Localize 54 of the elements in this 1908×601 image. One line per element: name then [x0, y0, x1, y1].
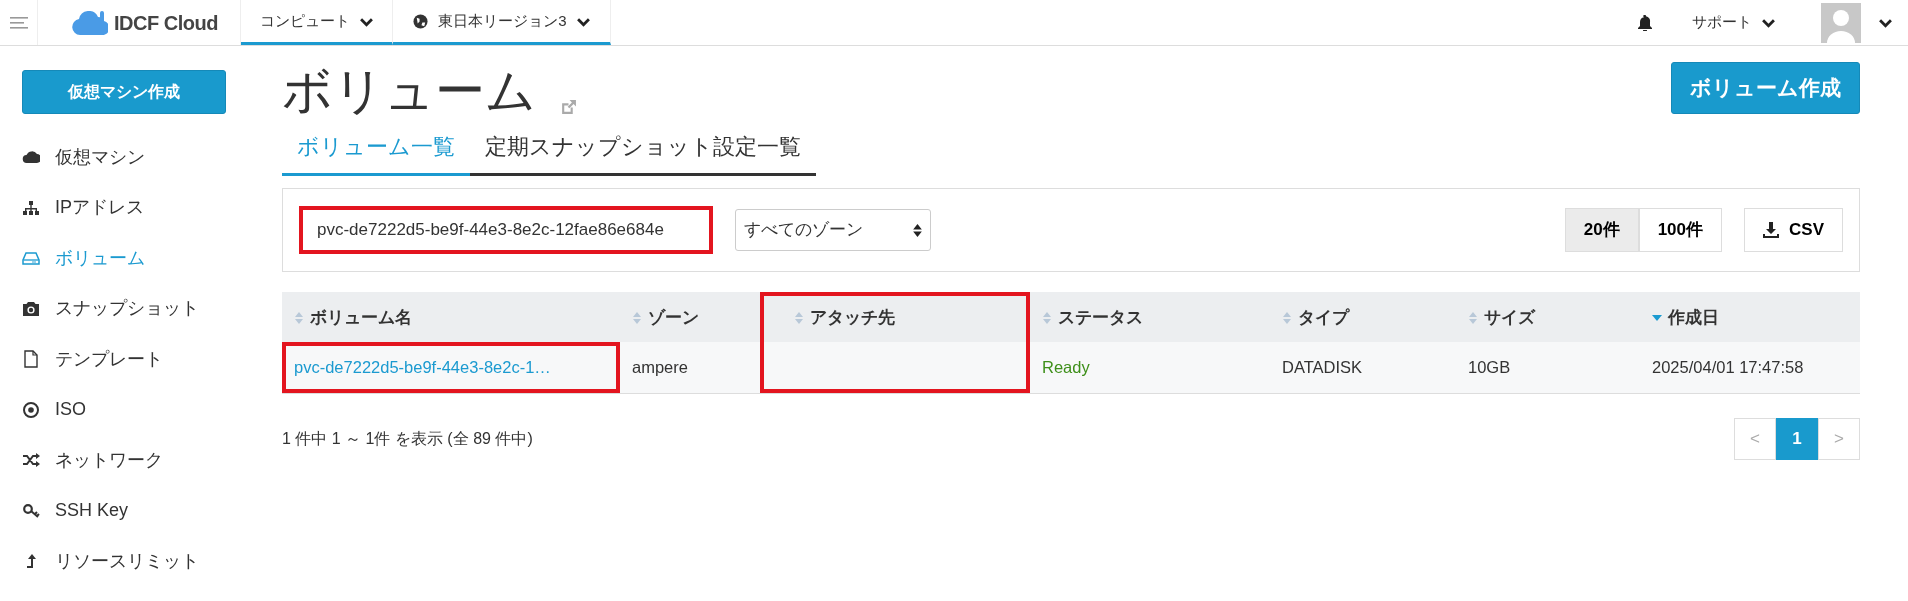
table-cell: DATADISK: [1270, 342, 1456, 393]
nav-menu[interactable]: 東日本リージョン3: [393, 0, 611, 45]
shuffle-icon: [22, 451, 40, 470]
search-field[interactable]: pvc-de7222d5-be9f-44e3-8e2c-12fae86e684e: [299, 206, 713, 254]
table-cell: ampere: [620, 342, 760, 393]
table-cell: 10GB: [1456, 342, 1640, 393]
results-summary: 1 件中 1 ～ 1件 を表示 (全 89 件中): [282, 428, 533, 449]
status-text: Ready: [1030, 342, 1270, 393]
camera-icon: [22, 299, 40, 318]
page-title: ボリューム: [282, 66, 536, 116]
column-header[interactable]: ボリューム名: [282, 292, 620, 342]
tab[interactable]: 定期スナップショット設定一覧: [470, 126, 816, 176]
column-header[interactable]: サイズ: [1456, 292, 1640, 342]
file-icon: [22, 350, 40, 369]
sidebar-item[interactable]: テンプレート: [22, 334, 232, 385]
sidebar-item[interactable]: SSH Key: [22, 485, 232, 536]
column-header[interactable]: ゾーン: [620, 292, 760, 342]
sort-icon: [1282, 311, 1292, 324]
sort-arrows-icon: [913, 223, 922, 237]
page-size-button[interactable]: 20件: [1564, 208, 1639, 252]
sort-icon: [632, 311, 642, 324]
disc-icon: [22, 400, 40, 419]
nav-menu[interactable]: コンピュート: [241, 0, 393, 45]
menu-icon: [9, 16, 28, 29]
page-size-button[interactable]: 100件: [1638, 208, 1723, 252]
sidebar-item[interactable]: ISO: [22, 384, 232, 435]
download-icon: [1763, 222, 1780, 238]
sort-icon: [794, 311, 804, 324]
globe-icon: [413, 13, 429, 29]
sidebar-item[interactable]: リソースリミット: [22, 536, 232, 587]
column-header[interactable]: タイプ: [1270, 292, 1456, 342]
chevron-down-icon: [1762, 17, 1775, 28]
sidebar-item[interactable]: ネットワーク: [22, 435, 232, 486]
zone-select[interactable]: すべてのゾーン: [735, 209, 931, 251]
logo-text: IDCF Cloud: [114, 10, 218, 36]
sidebar-item[interactable]: 仮想マシン: [22, 132, 232, 183]
external-link-icon: [560, 99, 577, 116]
sidebar-item[interactable]: IPアドレス: [22, 182, 232, 233]
chevron-down-icon: [1879, 17, 1892, 28]
sidebar-item[interactable]: スナップショット: [22, 283, 232, 334]
sort-icon: [1042, 311, 1052, 324]
key-icon: [22, 501, 40, 520]
csv-download-button[interactable]: CSV: [1744, 208, 1843, 252]
user-avatar[interactable]: [1821, 2, 1861, 43]
hard-drive-icon: [22, 249, 40, 268]
bell-icon: [1638, 14, 1652, 31]
table-cell: 2025/04/01 17:47:58: [1640, 342, 1860, 393]
sitemap-icon: [22, 198, 40, 217]
cloud-logo-icon: [72, 10, 108, 35]
sort-icon: [294, 311, 304, 324]
support-menu[interactable]: サポート: [1686, 10, 1781, 35]
sort-icon: [1468, 311, 1478, 324]
column-header[interactable]: ステータス: [1030, 292, 1270, 342]
column-header[interactable]: 作成日: [1640, 292, 1860, 342]
